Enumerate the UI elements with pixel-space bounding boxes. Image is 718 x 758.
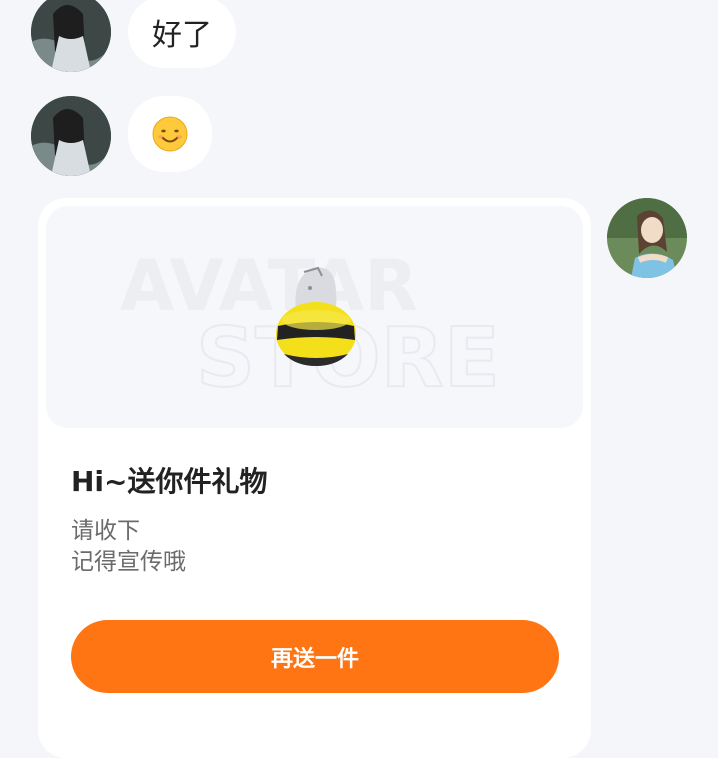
smile-emoji-icon	[152, 116, 188, 152]
gift-desc-line: 记得宣传哦	[71, 549, 186, 575]
send-another-gift-button[interactable]: 再送一件	[71, 620, 559, 693]
gift-image-panel: AVATAR STORE	[46, 206, 583, 428]
contact-avatar[interactable]	[31, 0, 111, 72]
gift-card[interactable]: AVATAR STORE Hi~送你件礼物 请收下 记得宣传哦 再送一件	[38, 198, 591, 758]
chat-bubble-incoming[interactable]: 好了	[128, 0, 236, 68]
bee-plush-icon	[276, 266, 356, 366]
gift-card-description: 请收下 记得宣传哦	[71, 516, 186, 578]
self-avatar[interactable]	[607, 198, 687, 278]
chat-bubble-incoming[interactable]	[128, 96, 212, 172]
gift-desc-line: 请收下	[71, 518, 140, 544]
contact-avatar[interactable]	[31, 96, 111, 176]
gift-card-title: Hi~送你件礼物	[71, 465, 268, 498]
message-text: 好了	[152, 18, 212, 53]
